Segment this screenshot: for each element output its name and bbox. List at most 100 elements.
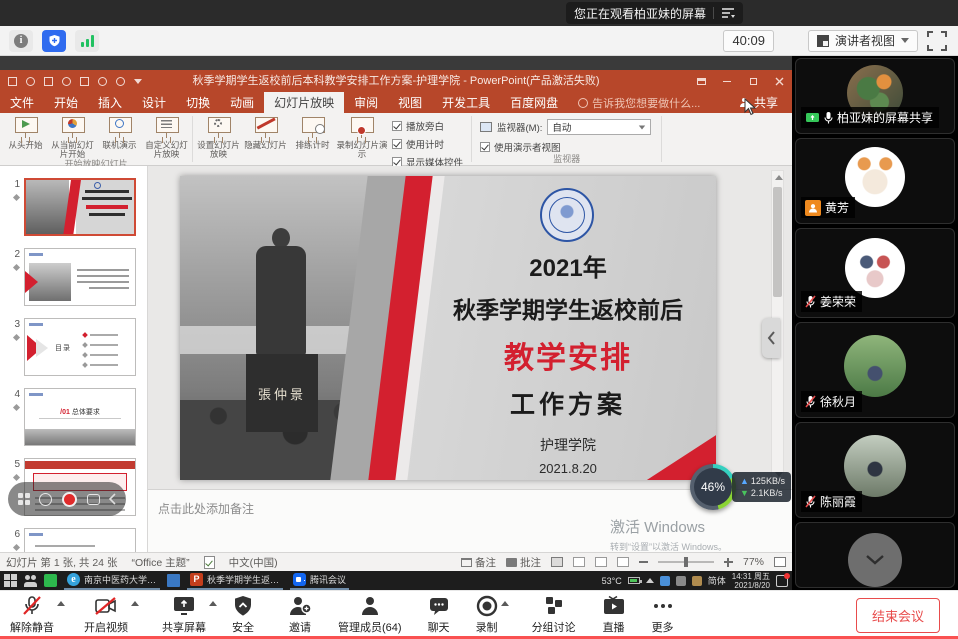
- language-status[interactable]: 中文(中国): [229, 555, 278, 570]
- fit-slide-button[interactable]: [774, 557, 786, 567]
- record-slideshow-button[interactable]: 录制幻灯片演示: [336, 115, 388, 159]
- participant-tile[interactable]: 姜荣荣: [795, 228, 955, 318]
- close-button[interactable]: [766, 70, 792, 92]
- spellcheck-status-icon[interactable]: [204, 556, 215, 569]
- from-beginning-button[interactable]: 从头开始: [2, 115, 49, 150]
- zoom-out-button[interactable]: [639, 561, 648, 563]
- meeting-window-button[interactable]: 腾讯会议: [290, 571, 349, 590]
- network-status-button[interactable]: [75, 30, 99, 52]
- more-button[interactable]: 更多: [652, 593, 674, 637]
- breakout-rooms-button[interactable]: 分组讨论: [532, 593, 576, 637]
- share-screen-button[interactable]: 共享屏幕: [162, 593, 206, 637]
- mic-options-caret[interactable]: [57, 601, 65, 606]
- tab-slideshow[interactable]: 幻灯片放映: [264, 92, 344, 113]
- use-timings-checkbox[interactable]: 使用计时: [392, 137, 463, 151]
- slide-3-thumbnail[interactable]: 目录: [24, 318, 136, 376]
- invite-button[interactable]: 邀请: [288, 593, 312, 637]
- play-narrations-checkbox[interactable]: 播放旁白: [392, 119, 463, 133]
- minimize-button[interactable]: [714, 70, 740, 92]
- thumbnail-row-4[interactable]: 4 /01 总体要求: [6, 388, 141, 446]
- powerpoint-window-button[interactable]: P秋季学期学生返校...: [187, 571, 283, 590]
- ime-indicator[interactable]: 简体: [708, 574, 726, 587]
- tab-animations[interactable]: 动画: [220, 92, 264, 113]
- unmute-button[interactable]: 解除静音: [10, 593, 54, 637]
- participant-tile[interactable]: 徐秋月: [795, 322, 955, 418]
- slide-2-thumbnail[interactable]: [24, 248, 136, 306]
- zoom-slider-knob[interactable]: [684, 557, 688, 567]
- tab-baidu-netdisk[interactable]: 百度网盘: [500, 92, 568, 113]
- reading-view-button[interactable]: [595, 557, 607, 567]
- thumbnail-row-6[interactable]: 6: [6, 528, 141, 552]
- fullscreen-button[interactable]: [926, 30, 948, 52]
- record-button[interactable]: 录制: [476, 593, 498, 637]
- tab-developer[interactable]: 开发工具: [432, 92, 500, 113]
- people-taskbar-icon[interactable]: [24, 574, 37, 587]
- from-current-slide-button[interactable]: 从当前幻灯片开始: [49, 115, 96, 159]
- slide-sorter-view-button[interactable]: [573, 557, 585, 567]
- tab-home[interactable]: 开始: [44, 92, 88, 113]
- thumbnail-row-2[interactable]: 2: [6, 248, 141, 306]
- comments-toggle[interactable]: 批注: [506, 555, 541, 570]
- zoom-percent[interactable]: 77%: [743, 556, 764, 568]
- grid-icon[interactable]: [18, 493, 30, 505]
- zoom-slider[interactable]: [658, 561, 714, 563]
- monitor-select[interactable]: 自动: [547, 119, 651, 135]
- tell-me-box[interactable]: 告诉我您想要做什么...: [568, 92, 710, 113]
- hide-slide-button[interactable]: 隐藏幻灯片: [242, 115, 289, 150]
- manage-members-button[interactable]: 管理成员(64): [338, 593, 402, 637]
- view-mode-dropdown[interactable]: 演讲者视图: [808, 30, 918, 52]
- share-options-caret[interactable]: [209, 601, 217, 606]
- chat-button[interactable]: 聊天: [428, 593, 450, 637]
- ribbon-options-button[interactable]: [688, 70, 714, 92]
- rehearse-timings-button[interactable]: 排练计时: [289, 115, 336, 150]
- current-slide[interactable]: 張仲景 2021年 秋季学期学生返校前后 教学安排 工作方案 护理学院: [180, 176, 716, 480]
- tray-app-icon[interactable]: [660, 576, 670, 586]
- tray-pen-icon[interactable]: [692, 576, 702, 586]
- present-online-button[interactable]: 联机演示: [96, 115, 143, 150]
- tray-printer-icon[interactable]: [676, 576, 686, 586]
- collapse-chevron-icon[interactable]: [109, 493, 116, 505]
- tab-review[interactable]: 审阅: [344, 92, 388, 113]
- setup-slideshow-button[interactable]: 设置幻灯片放映: [195, 115, 242, 159]
- notification-center-icon[interactable]: [776, 575, 788, 587]
- hidden-icons-chevron[interactable]: [646, 578, 654, 583]
- sidebar-collapse-handle[interactable]: [762, 318, 780, 358]
- slide-1-thumbnail[interactable]: [24, 178, 136, 236]
- security-button[interactable]: 安全: [232, 593, 254, 637]
- screen-watch-banner[interactable]: 您正在观看柏亚妹的屏幕: [566, 2, 743, 24]
- meeting-security-button[interactable]: [42, 30, 66, 52]
- ppt-share-button[interactable]: 共享: [726, 92, 792, 113]
- participant-tile[interactable]: 陈丽霞: [795, 422, 955, 518]
- meeting-info-button[interactable]: i: [9, 30, 33, 52]
- floating-assistant-toolbar[interactable]: [8, 482, 126, 516]
- tab-view[interactable]: 视图: [388, 92, 432, 113]
- video-options-caret[interactable]: [131, 601, 139, 606]
- chat-bubble-icon[interactable]: [87, 494, 100, 505]
- blue-window-icon[interactable]: [167, 574, 180, 587]
- record-options-caret[interactable]: [501, 601, 509, 606]
- zoom-in-button[interactable]: [724, 558, 733, 567]
- ie-window-button[interactable]: e南京中医药大学 - I..: [64, 571, 160, 590]
- slide-6-thumbnail[interactable]: [24, 528, 136, 552]
- view-switch-icon[interactable]: [721, 7, 735, 19]
- slide-4-thumbnail[interactable]: /01 总体要求: [24, 388, 136, 446]
- restore-button[interactable]: [740, 70, 766, 92]
- tab-insert[interactable]: 插入: [88, 92, 132, 113]
- tab-design[interactable]: 设计: [132, 92, 176, 113]
- avatar-circle-icon[interactable]: [39, 493, 52, 506]
- end-meeting-button[interactable]: 结束会议: [856, 598, 940, 633]
- presenter-view-checkbox[interactable]: 使用演示者视图: [480, 140, 561, 154]
- start-button[interactable]: [4, 574, 17, 587]
- green-app-icon[interactable]: [44, 574, 57, 587]
- normal-view-button[interactable]: [551, 557, 563, 567]
- tab-transitions[interactable]: 切换: [176, 92, 220, 113]
- record-dot-icon[interactable]: [62, 492, 77, 507]
- taskbar-clock[interactable]: 14:31 周五2021/8/20: [732, 572, 770, 590]
- custom-slideshow-button[interactable]: 自定义幻灯片放映: [143, 115, 190, 159]
- participant-tile[interactable]: 黄芳: [795, 138, 955, 224]
- start-video-button[interactable]: 开启视频: [84, 593, 128, 637]
- scroll-more-button[interactable]: [848, 533, 902, 587]
- tab-file[interactable]: 文件: [0, 92, 44, 113]
- live-stream-button[interactable]: 直播: [602, 593, 626, 637]
- temperature-widget[interactable]: 53°C: [602, 576, 622, 586]
